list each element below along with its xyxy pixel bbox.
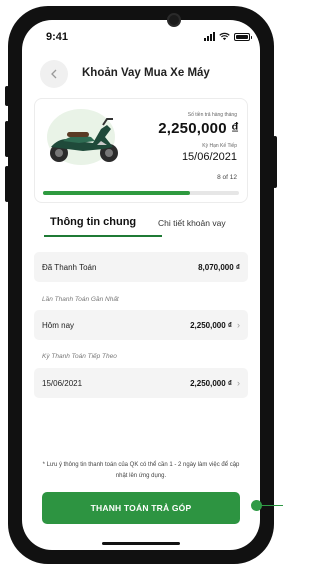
status-time: 9:41: [46, 31, 69, 43]
mute-switch: [5, 86, 9, 106]
last-payment-value: 2,250,000 ₫: [190, 320, 232, 330]
tab-bar: Thông tin chung Chi tiết khoản vay: [34, 216, 248, 238]
active-tab-indicator: [44, 235, 162, 237]
next-due-label: Kỳ Hạn Kế Tiếp: [202, 143, 237, 149]
last-payment-date: Hôm nay: [42, 320, 75, 330]
loan-progress-fill: [43, 191, 190, 195]
payment-update-note: * Lưu ý thông tin thanh toán của QK có t…: [42, 462, 240, 479]
tab-general-info[interactable]: Thông tin chung: [50, 216, 136, 228]
callout-line: [261, 505, 283, 506]
status-icons: [204, 32, 252, 41]
chevron-right-icon: ›: [237, 320, 240, 330]
pay-installment-button[interactable]: THANH TOÁN TRẢ GÓP: [42, 492, 240, 524]
tab-loan-details[interactable]: Chi tiết khoản vay: [158, 218, 226, 228]
term-progress-text: 8 of 12: [217, 174, 237, 181]
power-button: [273, 136, 277, 188]
next-payment-value-group: 2,250,000 ₫ ›: [190, 378, 240, 388]
next-payment-date: 15/06/2021: [42, 378, 83, 388]
monthly-amount-label: Số tiền trả hàng tháng: [187, 112, 237, 118]
battery-icon: [234, 32, 252, 41]
next-payment-value: 2,250,000 ₫: [190, 378, 232, 388]
last-payment-row[interactable]: Hôm nay 2,250,000 ₫ ›: [34, 310, 248, 340]
chevron-left-icon: [51, 69, 57, 79]
home-indicator[interactable]: [102, 542, 180, 545]
loan-summary-card: Số tiền trả hàng tháng 2,250,000 ₫ Kỳ Hạ…: [34, 98, 248, 203]
back-button[interactable]: [40, 60, 68, 88]
status-bar: 9:41: [22, 20, 260, 54]
page-header: Khoản Vay Mua Xe Máy: [22, 58, 260, 90]
scooter-image: [50, 118, 118, 162]
next-payment-row[interactable]: 15/06/2021 2,250,000 ₫ ›: [34, 368, 248, 398]
front-camera: [167, 13, 181, 27]
monthly-amount: 2,250,000 ₫: [158, 120, 239, 137]
paid-amount-row: Đã Thanh Toán 8,070,000 ₫: [34, 252, 248, 282]
last-payment-value-group: 2,250,000 ₫ ›: [190, 320, 240, 330]
app-screen: 9:41 Khoản Vay Mua Xe Máy Số tiền trả hà…: [22, 20, 260, 550]
paid-value: 8,070,000 ₫: [198, 262, 240, 272]
paid-label: Đã Thanh Toán: [42, 262, 97, 272]
loan-progress-bar: [43, 191, 239, 195]
next-due-date: 15/06/2021: [181, 151, 237, 163]
volume-down-button: [5, 166, 9, 202]
next-payment-section-label: Kỳ Thanh Toán Tiếp Theo: [42, 353, 117, 360]
chevron-right-icon: ›: [237, 378, 240, 388]
volume-up-button: [5, 121, 9, 157]
signal-icon: [204, 32, 215, 41]
page-title: Khoản Vay Mua Xe Máy: [82, 67, 210, 79]
wifi-icon: [219, 32, 230, 41]
last-payment-section-label: Lần Thanh Toán Gần Nhất: [42, 296, 119, 303]
